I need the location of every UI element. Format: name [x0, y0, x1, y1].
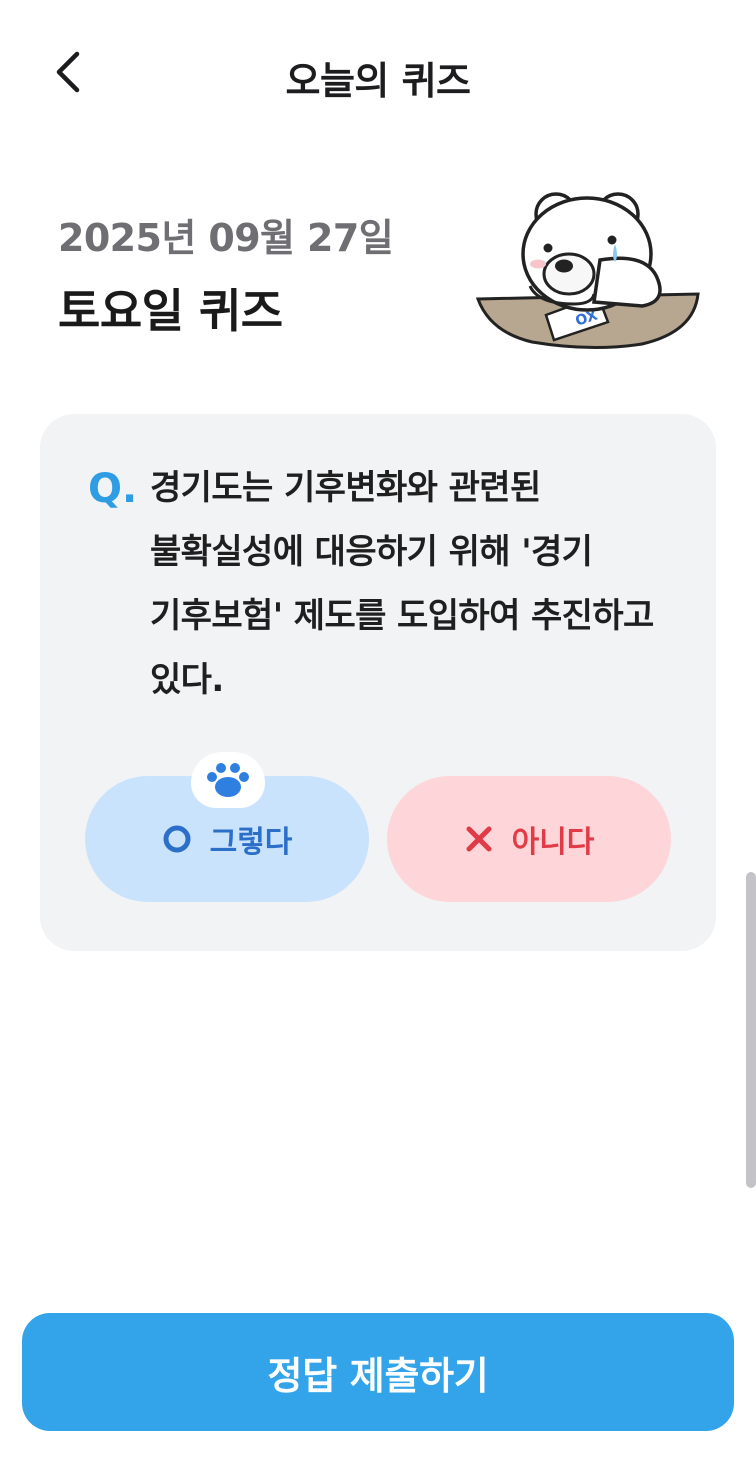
scrollbar[interactable]	[746, 872, 756, 1188]
answer-no-button[interactable]: 아니다	[387, 776, 671, 902]
circle-o-icon	[163, 825, 191, 853]
paw-selection-badge	[191, 752, 265, 808]
question-text: 경기도는 기후변화와 관련된 불확실성에 대응하기 위해 '경기 기후보험' 제…	[150, 468, 654, 700]
answer-yes-label: 그렇다	[209, 825, 293, 860]
paw-icon	[207, 763, 249, 797]
x-icon	[466, 826, 492, 852]
page-title: 오늘의 퀴즈	[285, 59, 471, 103]
quiz-date: 2025년 09월 27일	[58, 216, 394, 260]
submit-answer-button[interactable]: 정답 제출하기	[22, 1313, 734, 1431]
quiz-screen: 오늘의 퀴즈 2025년 09월 27일 토요일 퀴즈 OX Q. 경기도는 기…	[0, 0, 756, 1476]
answer-no-label: 아니다	[511, 825, 595, 860]
quiz-title: 토요일 퀴즈	[58, 284, 283, 338]
quiz-card: Q. 경기도는 기후변화와 관련된 불확실성에 대응하기 위해 '경기 기후보험…	[40, 414, 716, 951]
question-marker: Q.	[88, 466, 138, 512]
header: 오늘의 퀴즈	[0, 0, 756, 145]
bear-mascot-illustration: OX	[475, 192, 700, 350]
